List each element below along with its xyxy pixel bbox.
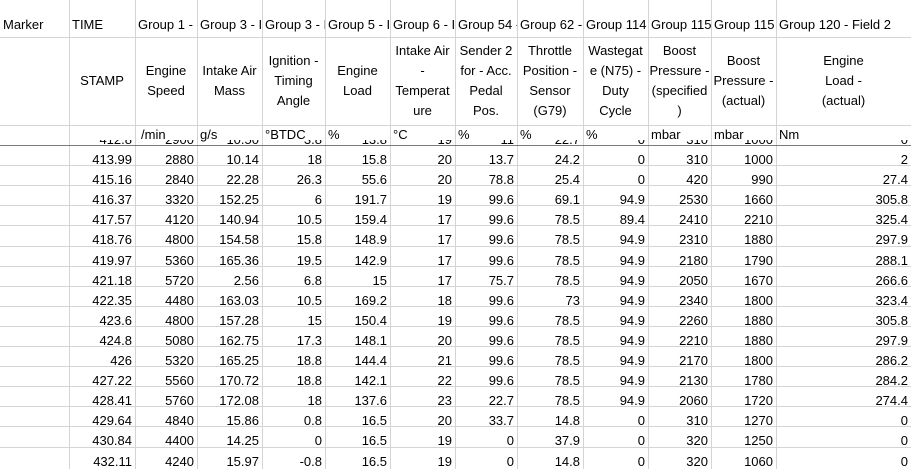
- top-header-cell[interactable]: TIME: [69, 16, 135, 33]
- top-header-cell[interactable]: Group 1 - I: [135, 16, 197, 33]
- field-header-cell[interactable]: Wastegat e (N75) - Duty Cycle: [583, 41, 648, 121]
- row-gridline: [0, 37, 911, 38]
- field-header-cell[interactable]: Engine Load: [325, 61, 390, 101]
- row-gridline: [0, 185, 911, 186]
- row-gridline: [0, 366, 911, 367]
- row-gridline: [0, 447, 911, 448]
- data-cell[interactable]: 1060: [711, 453, 776, 470]
- field-header-cell[interactable]: Boost Pressure - (actual): [711, 51, 776, 111]
- top-header-cell[interactable]: Group 3 - I: [197, 16, 262, 33]
- row-gridline: [0, 165, 911, 166]
- row-gridline: [0, 286, 911, 287]
- row-gridline: [0, 225, 911, 226]
- field-header-cell[interactable]: Intake Air - Temperat ure: [390, 41, 455, 121]
- data-cell[interactable]: 432.11: [69, 453, 135, 470]
- field-header-cell[interactable]: STAMP: [69, 71, 135, 91]
- field-header-cell[interactable]: Ignition - Timing Angle: [262, 51, 325, 111]
- top-header-cell[interactable]: Group 120 - Field 2: [776, 16, 911, 33]
- row-gridline: [0, 386, 911, 387]
- data-cell[interactable]: 0: [583, 453, 648, 470]
- field-header-cell[interactable]: Boost Pressure - (specified ): [648, 41, 711, 121]
- row-gridline: [0, 205, 911, 206]
- data-cell[interactable]: 15.97: [197, 453, 262, 470]
- freeze-pane-divider: [0, 145, 911, 146]
- field-header-cell[interactable]: Engine Load - (actual): [776, 51, 911, 111]
- data-cell[interactable]: 0: [455, 453, 517, 470]
- row-gridline: [0, 346, 911, 347]
- spreadsheet-grid[interactable]: Marker TIME Group 1 - I Group 3 - I Group 3 …: [0, 0, 911, 469]
- top-header-cell[interactable]: Group 5 - I: [325, 16, 390, 33]
- top-header-cell[interactable]: Group 6 - I: [390, 16, 455, 33]
- top-header-cell[interactable]: Group 115: [648, 16, 711, 33]
- data-cell[interactable]: 19: [390, 453, 455, 470]
- row-gridline: [0, 426, 911, 427]
- field-header-cell[interactable]: Intake Air Mass: [197, 61, 262, 101]
- top-header-cell[interactable]: Group 115: [711, 16, 776, 33]
- data-cell[interactable]: 320: [648, 453, 711, 470]
- row-gridline: [0, 246, 911, 247]
- top-header-cell[interactable]: Marker: [0, 16, 69, 33]
- field-header-cell[interactable]: Throttle Position - Sensor (G79): [517, 41, 583, 121]
- top-header-cell[interactable]: Group 114: [583, 16, 648, 33]
- field-header-cell[interactable]: Sender 2 for - Acc. Pedal Pos.: [455, 41, 517, 121]
- data-cell[interactable]: 4240: [135, 453, 197, 470]
- top-header-cell[interactable]: Group 54 -: [455, 16, 517, 33]
- row-gridline: [0, 266, 911, 267]
- top-header-cell[interactable]: Group 62 -: [517, 16, 583, 33]
- top-header-cell[interactable]: Group 3 - I: [262, 16, 325, 33]
- row-gridline: [0, 406, 911, 407]
- data-cell[interactable]: 14.8: [517, 453, 583, 470]
- field-header-cell[interactable]: Engine Speed: [135, 61, 197, 101]
- row-gridline: [0, 306, 911, 307]
- data-cell[interactable]: -0.8: [262, 453, 325, 470]
- data-cell[interactable]: 16.5: [325, 453, 390, 470]
- row-gridline: [0, 326, 911, 327]
- data-cell[interactable]: 0: [776, 453, 911, 470]
